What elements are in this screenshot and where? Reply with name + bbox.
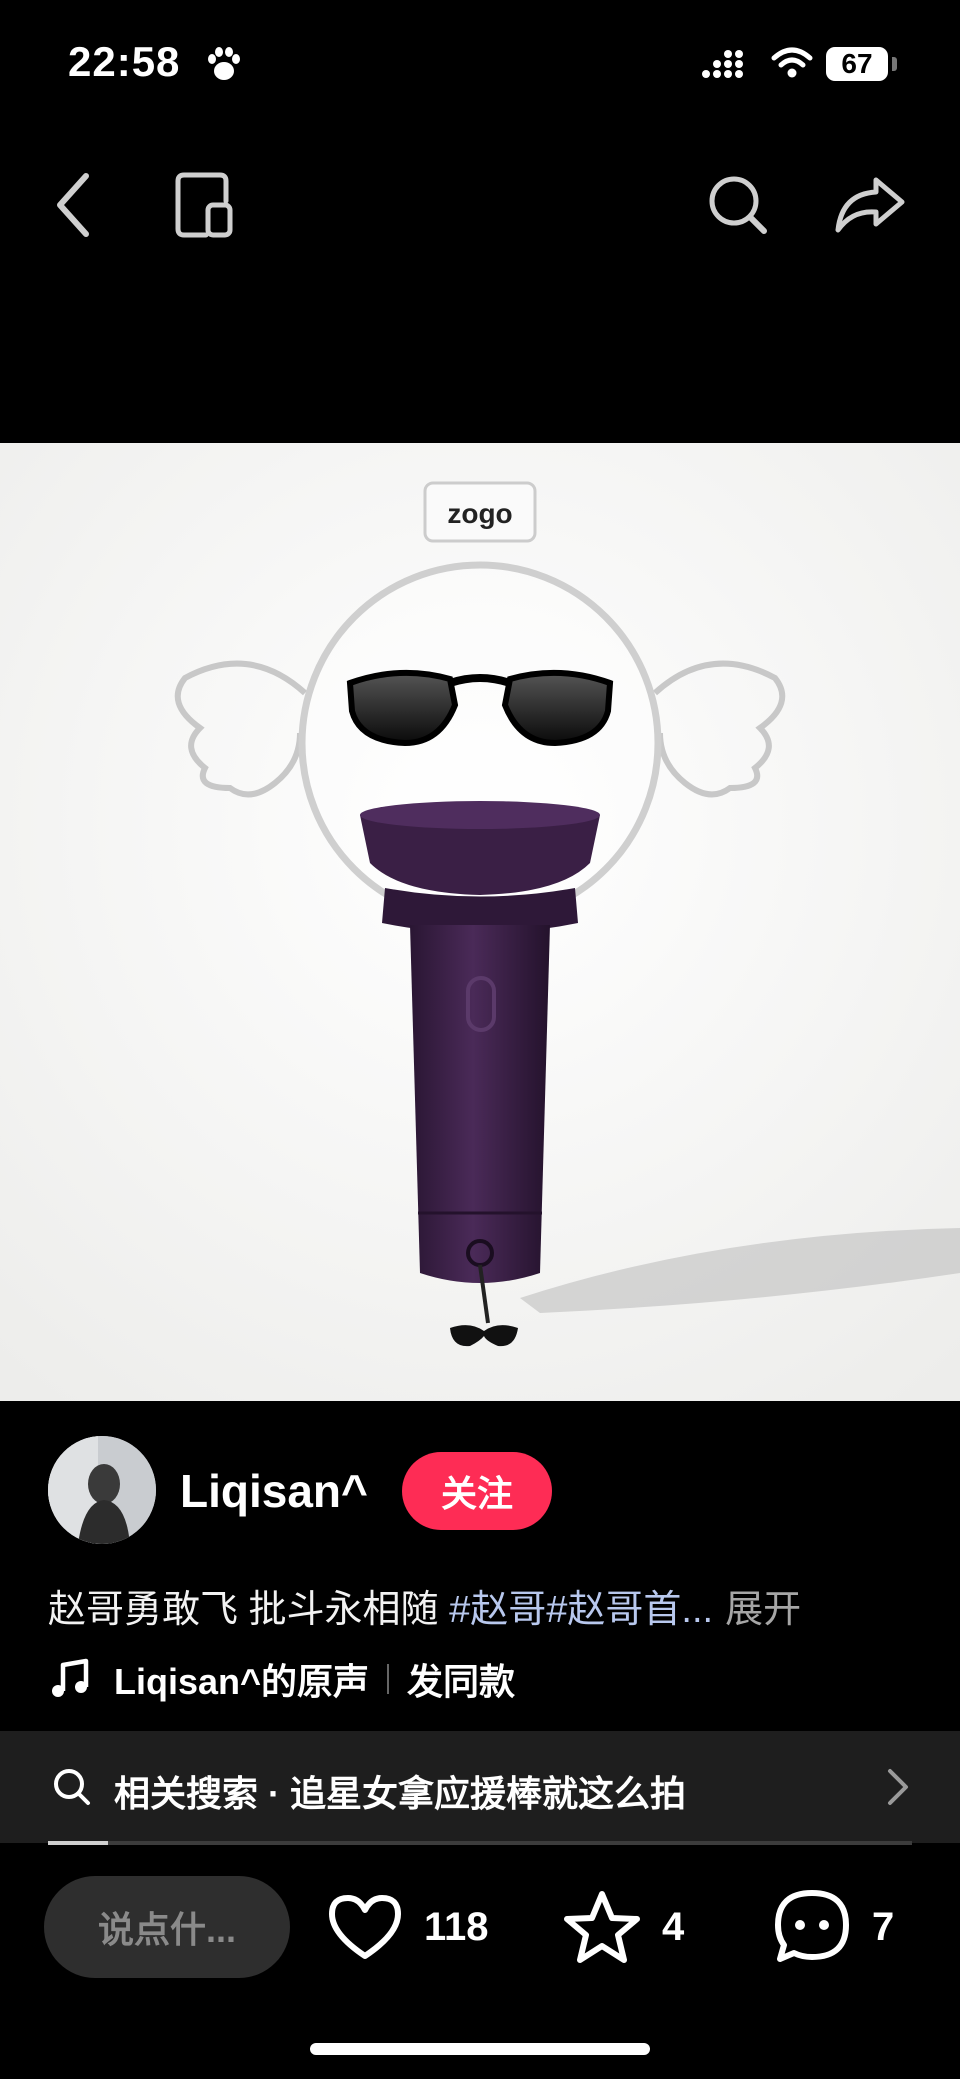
wifi-icon: [771, 47, 813, 78]
video-progress-bar[interactable]: [48, 1841, 912, 1845]
post-image[interactable]: zogo: [0, 443, 960, 1401]
back-button[interactable]: [24, 150, 124, 260]
heart-icon: [329, 1895, 401, 1959]
avatar-image: [48, 1436, 156, 1544]
music-note-icon: [52, 1658, 89, 1697]
share-button[interactable]: [820, 150, 920, 260]
like-button[interactable]: 118: [326, 1884, 489, 1970]
comment-count: 7: [872, 1904, 895, 1949]
cellular-signal-icon: [702, 50, 743, 78]
use-same-sound-button[interactable]: 发同款: [407, 1653, 515, 1705]
progress-fill: [48, 1841, 109, 1845]
lightstick-illustration: zogo: [0, 443, 960, 1401]
username[interactable]: Liqisan^: [180, 1464, 368, 1518]
avatar[interactable]: [48, 1436, 156, 1544]
post-caption: 赵哥勇敢飞 批斗永相随 #赵哥#赵哥首... 展开: [48, 1578, 801, 1633]
related-search-bar[interactable]: 相关搜索 · 追星女拿应援棒就这么拍: [0, 1731, 960, 1843]
comment-button[interactable]: 7: [772, 1884, 894, 1970]
caption-text: 赵哥勇敢飞 批斗永相随: [48, 1589, 450, 1631]
comment-bubble-icon: [775, 1890, 849, 1962]
chevron-right-icon: [888, 1769, 908, 1805]
like-count: 118: [424, 1904, 489, 1949]
home-indicator[interactable]: [310, 2043, 650, 2055]
expand-caption-button[interactable]: 展开: [725, 1589, 801, 1631]
status-bar: 22:58 67: [0, 0, 960, 130]
hashtags[interactable]: #赵哥#赵哥首...: [449, 1589, 713, 1631]
author-row: Liqisan^ 关注: [48, 1436, 908, 1546]
divider: [387, 1664, 390, 1694]
logo-text: zogo: [447, 498, 512, 529]
cast-button[interactable]: [154, 150, 254, 260]
cast-screen-icon: [175, 172, 233, 238]
favorite-button[interactable]: 4: [562, 1884, 684, 1970]
music-row: Liqisan^的原声 发同款: [48, 1655, 515, 1703]
star-icon: [564, 1891, 640, 1963]
paw-icon: [208, 47, 240, 80]
status-time: 22:58: [68, 38, 181, 85]
battery-tip: [892, 57, 897, 71]
search-icon: [54, 1769, 90, 1805]
battery-level: 67: [826, 47, 888, 81]
search-button[interactable]: [688, 150, 788, 260]
original-sound-link[interactable]: Liqisan^的原声: [114, 1653, 369, 1705]
share-arrow-icon: [835, 177, 905, 233]
favorite-count: 4: [662, 1904, 685, 1949]
follow-button[interactable]: 关注: [402, 1452, 552, 1530]
top-nav: [0, 150, 960, 260]
comment-input[interactable]: 说点什...: [44, 1876, 290, 1978]
search-icon: [709, 176, 767, 234]
back-arrow-icon: [57, 173, 89, 237]
related-search-text: 相关搜索 · 追星女拿应援棒就这么拍: [114, 1773, 686, 1814]
